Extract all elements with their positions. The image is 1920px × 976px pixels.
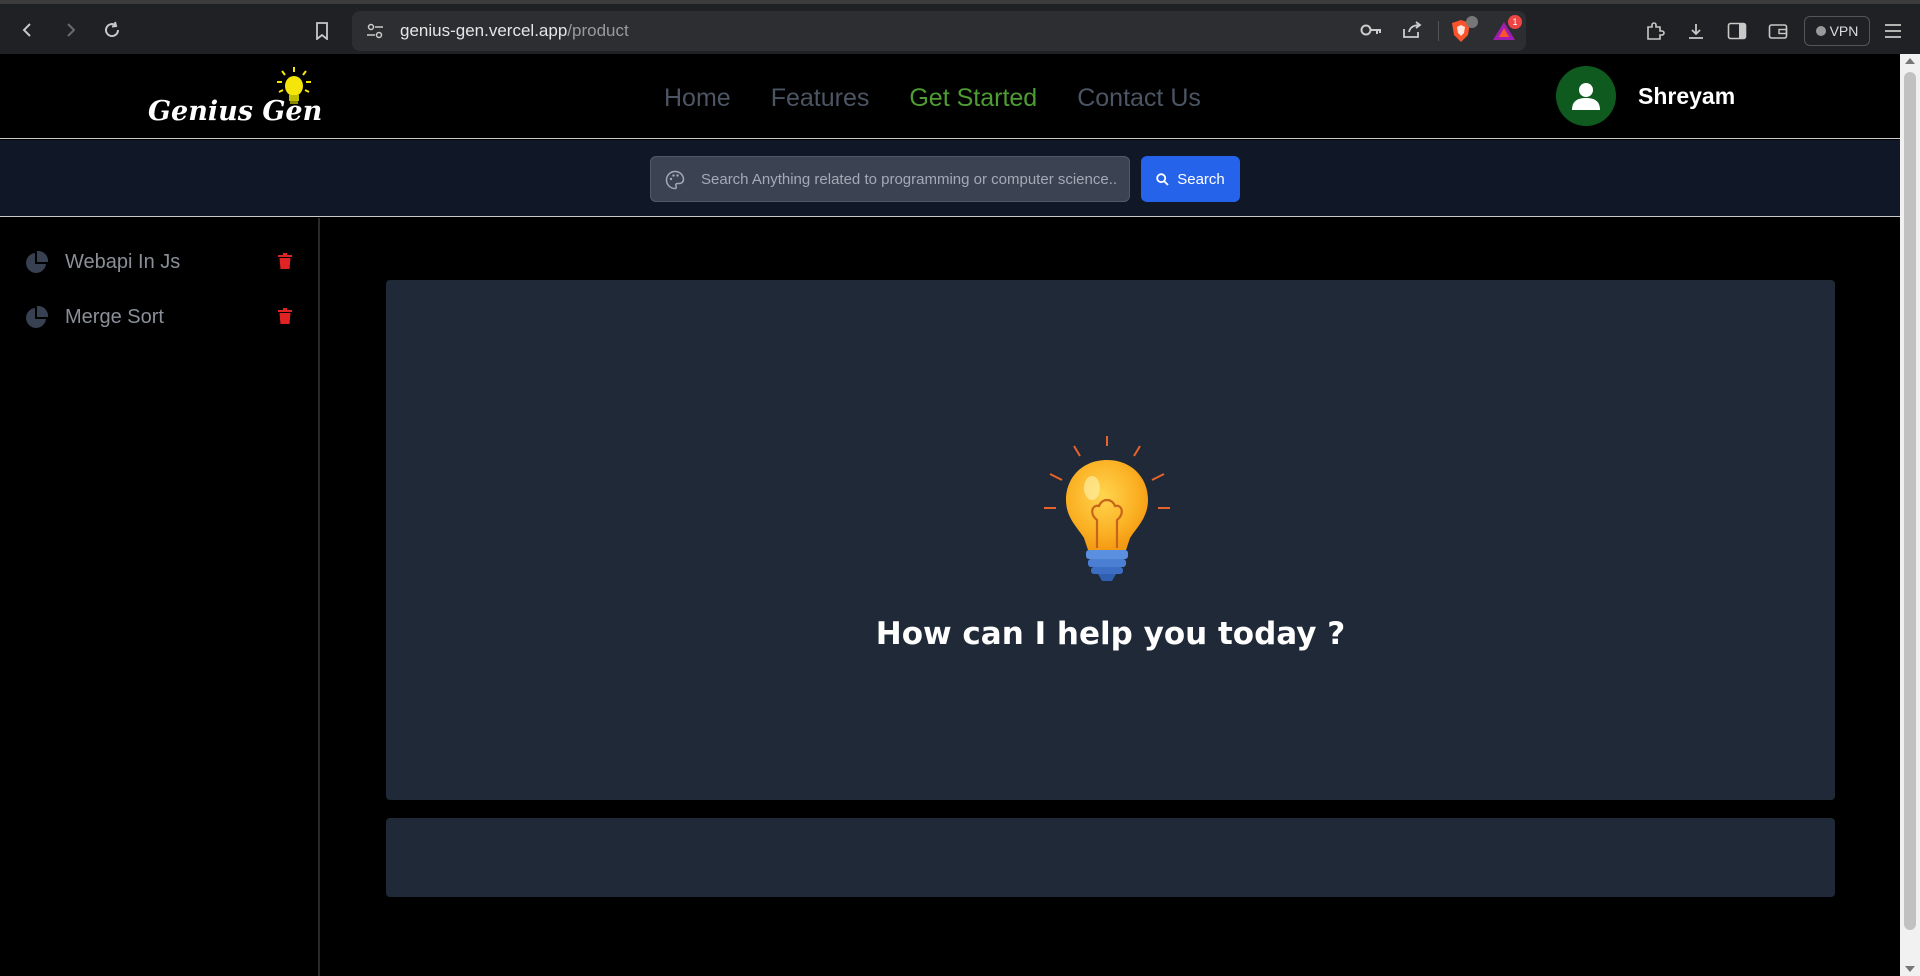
search-field[interactable] — [650, 156, 1130, 202]
trash-icon[interactable] — [278, 253, 292, 269]
user-profile[interactable]: Shreyam — [1556, 66, 1735, 126]
pie-chart-icon — [26, 306, 48, 328]
reload-icon — [105, 21, 120, 38]
puzzle-icon — [1647, 22, 1665, 40]
forward-button[interactable] — [54, 14, 86, 46]
user-icon — [1572, 83, 1600, 110]
back-button[interactable] — [12, 14, 44, 46]
history-item[interactable]: Webapi In Js — [24, 243, 304, 283]
greeting-heading: How can I help you today ? — [875, 616, 1346, 652]
top-navbar: Genius Gen Home Features Get Started Con… — [0, 54, 1900, 139]
scrollbar-thumb[interactable] — [1904, 72, 1916, 930]
download-icon — [1689, 24, 1703, 39]
address-bar[interactable]: genius-gen.vercel.app/product 1 — [352, 11, 1526, 51]
brave-shields-badge — [1466, 16, 1478, 28]
page-scrollbar[interactable] — [1900, 54, 1920, 976]
lightbulb-icon — [277, 67, 311, 104]
search-button[interactable]: Search — [1141, 156, 1240, 202]
bookmark-button[interactable] — [309, 18, 335, 44]
history-item-label: Webapi In Js — [65, 251, 181, 273]
history-sidebar: Webapi In Js Merge Sort — [0, 218, 320, 976]
reload-button[interactable] — [96, 14, 128, 46]
pie-chart-icon — [26, 251, 48, 273]
user-name: Shreyam — [1638, 82, 1736, 109]
vpn-status-icon — [1815, 26, 1826, 36]
history-item-label: Merge Sort — [65, 306, 164, 328]
browser-toolbar: genius-gen.vercel.app/product 1 VPN — [0, 0, 1920, 54]
nav-home[interactable]: Home — [664, 84, 731, 113]
scroll-up-arrow-icon[interactable] — [1905, 58, 1915, 64]
divider — [1438, 21, 1439, 41]
page: Genius Gen Home Features Get Started Con… — [0, 54, 1900, 976]
sidebar-icon — [1727, 22, 1747, 40]
bookmark-icon — [316, 22, 328, 40]
nav-contact-us[interactable]: Contact Us — [1077, 84, 1201, 113]
wallet-icon — [1768, 24, 1788, 39]
avatar[interactable] — [1556, 66, 1616, 126]
chevron-right-icon — [67, 23, 76, 37]
lightbulb-icon — [1044, 436, 1170, 581]
url-path: /product — [567, 21, 629, 40]
sidebar-toggle-button[interactable] — [1724, 18, 1750, 44]
vpn-button[interactable]: VPN — [1804, 16, 1870, 46]
browser-menu-button[interactable] — [1880, 18, 1906, 44]
hamburger-icon — [1885, 24, 1901, 38]
vpn-label: VPN — [1829, 23, 1859, 39]
key-icon[interactable] — [1360, 23, 1382, 42]
search-bar-section: Search — [0, 140, 1900, 217]
url-host: genius-gen.vercel.app — [400, 21, 568, 40]
wallet-button[interactable] — [1765, 18, 1791, 44]
url-text: genius-gen.vercel.app/product — [400, 21, 629, 41]
nav-get-started[interactable]: Get Started — [909, 84, 1037, 113]
downloads-button[interactable] — [1683, 18, 1709, 44]
search-input[interactable] — [701, 157, 1121, 201]
alert-badge: 1 — [1508, 15, 1522, 29]
scroll-down-arrow-icon[interactable] — [1905, 966, 1915, 972]
share-icon[interactable] — [1402, 21, 1422, 44]
palette-icon — [665, 170, 685, 190]
main-menu: Home Features Get Started Contact Us — [664, 84, 1201, 113]
trash-icon[interactable] — [278, 308, 292, 324]
nav-features[interactable]: Features — [771, 84, 870, 113]
search-icon — [1156, 172, 1169, 186]
history-item[interactable]: Merge Sort — [24, 298, 304, 338]
response-panel: How can I help you today ? — [386, 280, 1835, 800]
extensions-button[interactable] — [1642, 18, 1668, 44]
site-settings-icon[interactable] — [366, 23, 384, 44]
chevron-left-icon — [22, 23, 31, 37]
prompt-input-panel[interactable] — [386, 818, 1835, 897]
search-button-label: Search — [1177, 170, 1225, 188]
